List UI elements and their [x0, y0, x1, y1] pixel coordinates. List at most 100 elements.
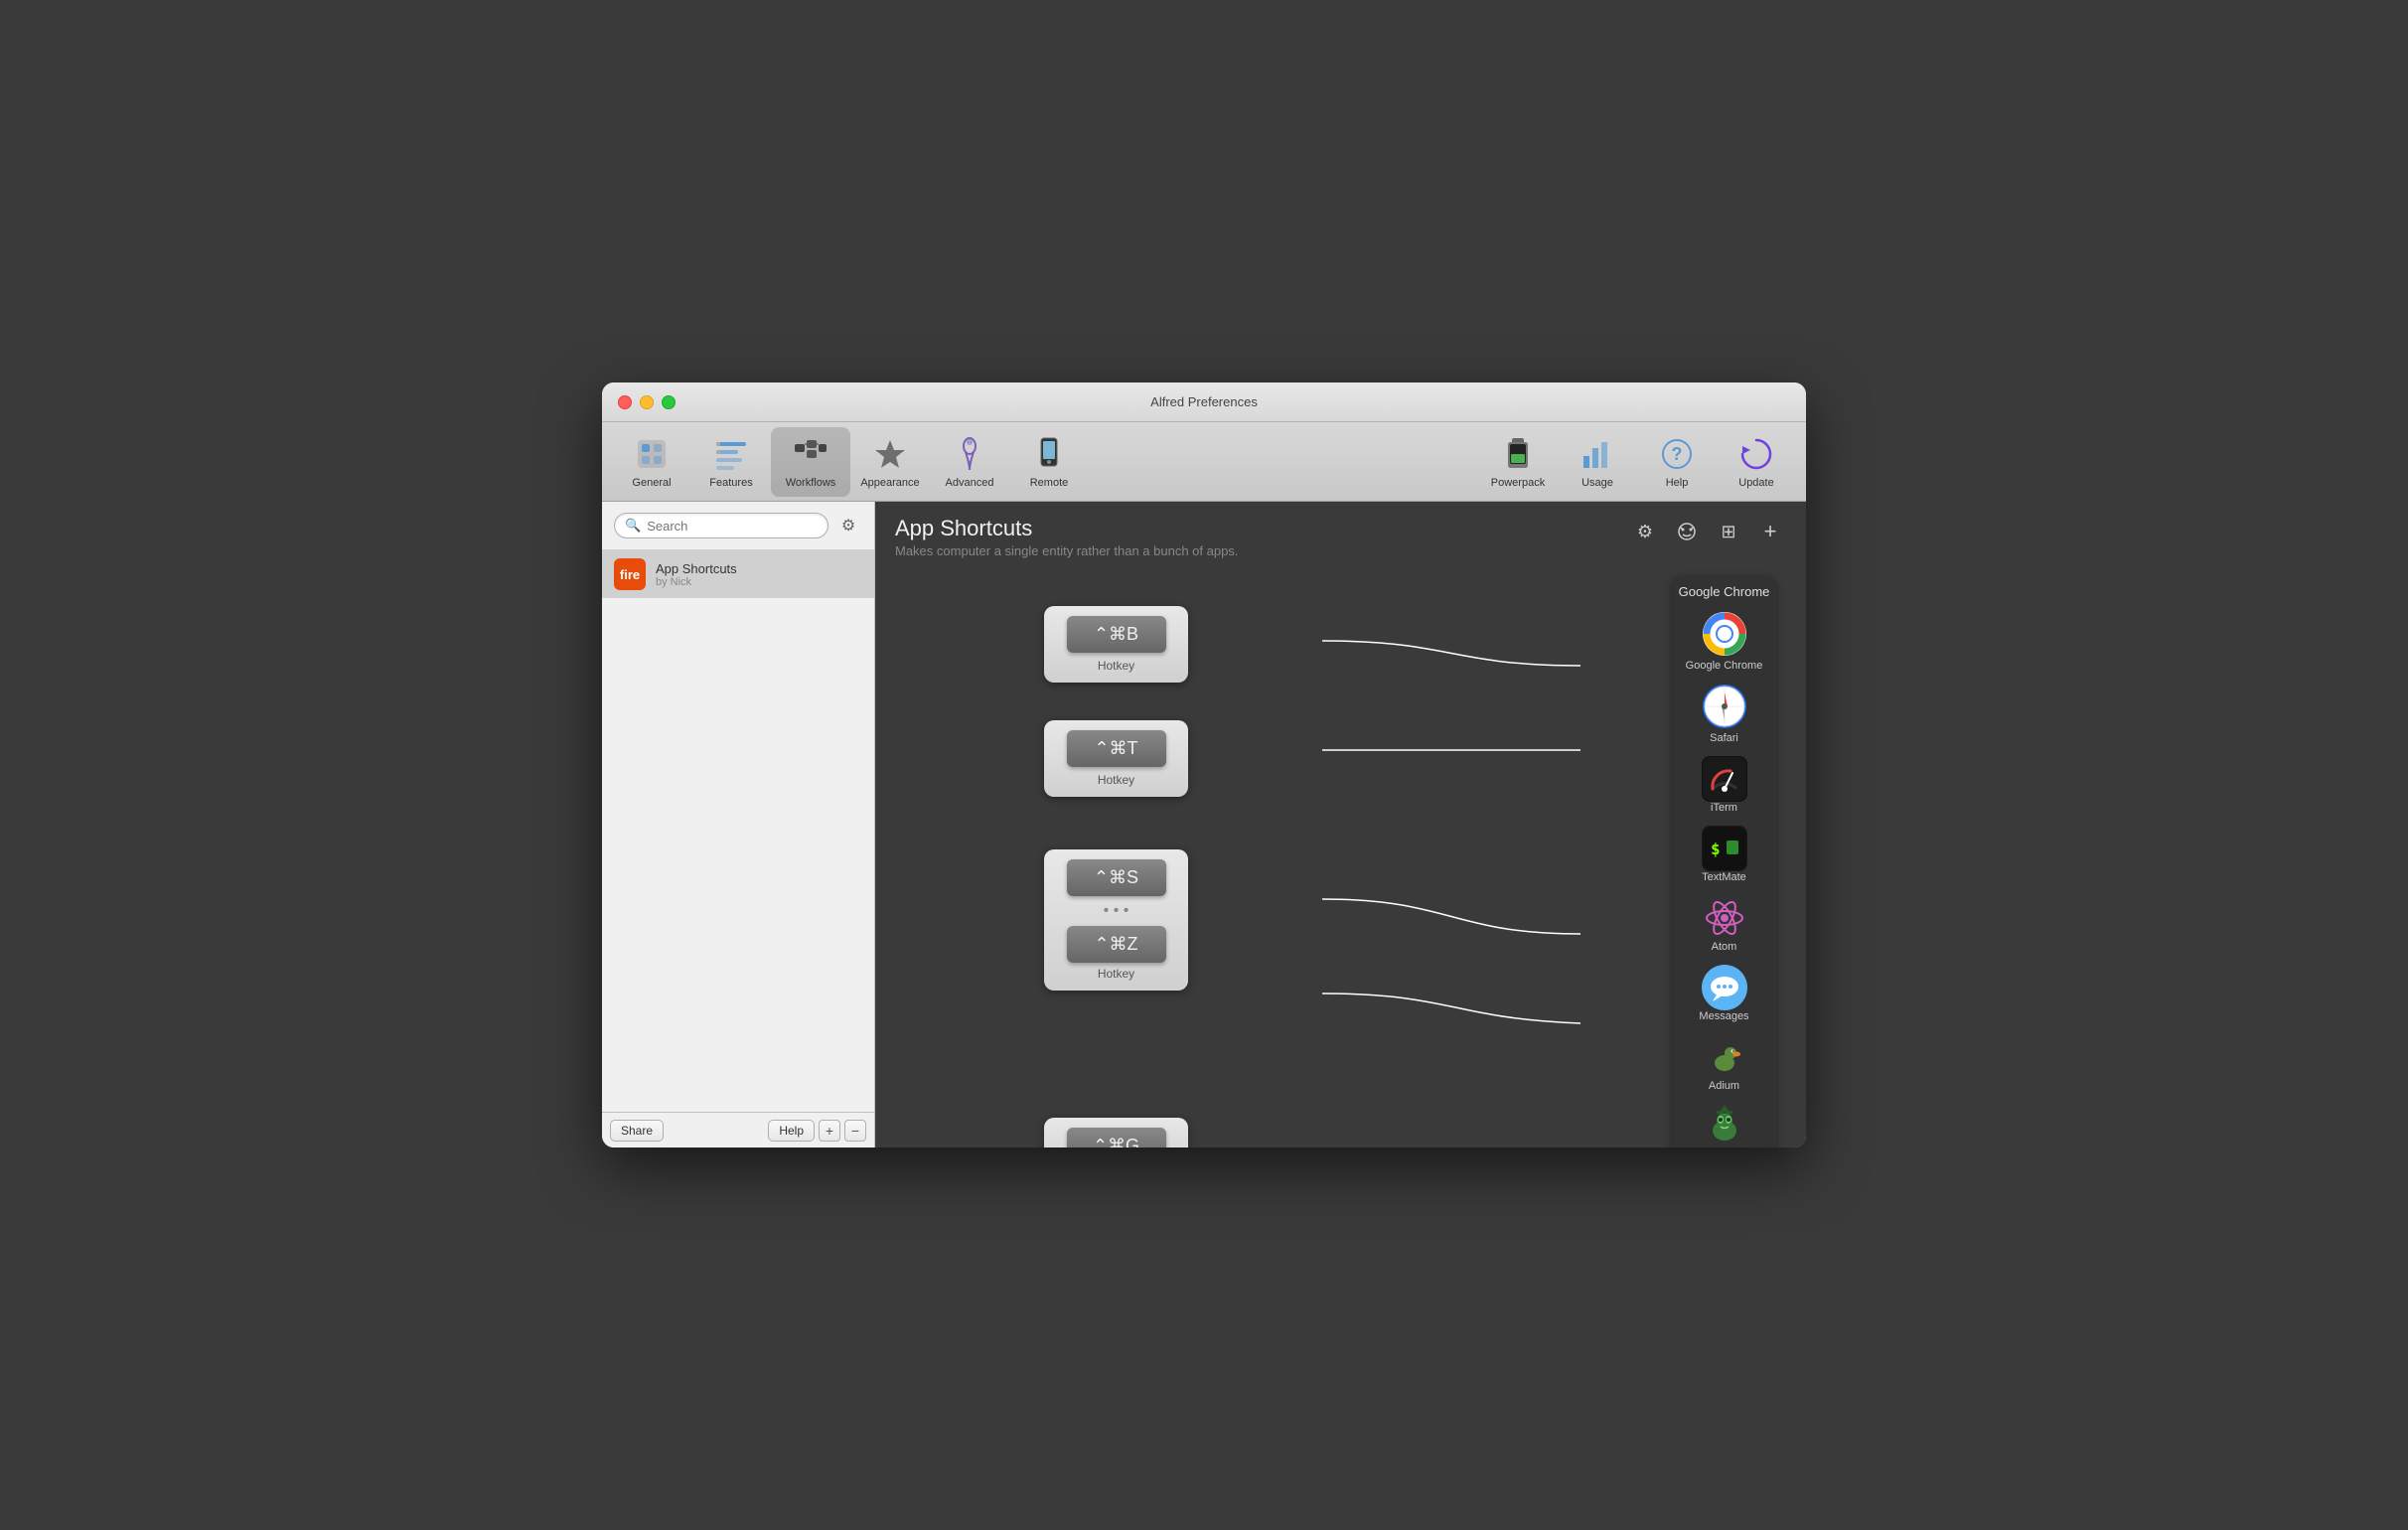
canvas-title: App Shortcuts — [895, 516, 1238, 541]
workflow-canvas[interactable]: ⌃⌘B Hotkey ⌃⌘T Hotkey ⌃⌘S • • • ⌃⌘Z Hotk… — [875, 566, 1806, 1148]
toolbar-remote[interactable]: Remote — [1009, 427, 1089, 497]
search-icon: 🔍 — [625, 518, 641, 534]
app-name-chrome: Google Chrome — [1686, 660, 1763, 672]
canvas-title-section: App Shortcuts Makes computer a single en… — [895, 516, 1238, 558]
toolbar-remote-label: Remote — [1030, 477, 1069, 489]
sidebar-gear-button[interactable]: ⚙ — [834, 512, 862, 539]
toolbar-advanced[interactable]: Advanced — [930, 427, 1009, 497]
app-item-adium[interactable]: Adium — [1680, 1028, 1769, 1098]
sidebar-list: fire App Shortcuts by Nick — [602, 550, 874, 1112]
app-item-safari[interactable]: Safari — [1680, 678, 1769, 750]
toolbar-help[interactable]: ? Help — [1637, 427, 1717, 497]
chrome-icon — [1702, 611, 1747, 657]
main-window: Alfred Preferences General — [602, 382, 1806, 1148]
appearance-icon — [871, 435, 909, 473]
hotkey-label-1: Hotkey — [1098, 659, 1134, 673]
main-content: 🔍 ⚙ fire App Shortcuts by Nick Shar — [602, 502, 1806, 1148]
hotkey-key-2: ⌃⌘T — [1067, 730, 1166, 767]
app-item-atom[interactable]: Atom — [1680, 889, 1769, 959]
sidebar-item-title: App Shortcuts — [656, 561, 737, 576]
toolbar-powerpack-label: Powerpack — [1491, 477, 1545, 489]
toolbar-appearance[interactable]: Appearance — [850, 427, 930, 497]
hotkey-group-node[interactable]: ⌃⌘S • • • ⌃⌘Z Hotkey — [1044, 849, 1188, 991]
share-button[interactable]: Share — [610, 1120, 664, 1142]
toolbar-update[interactable]: Update — [1717, 427, 1796, 497]
svg-text:?: ? — [1672, 444, 1683, 464]
workflows-icon — [792, 435, 829, 473]
toolbar: General Features — [602, 422, 1806, 502]
app-item-textmate[interactable]: $ TextMate — [1680, 820, 1769, 889]
canvas-subtitle: Makes computer a single entity rather th… — [895, 543, 1238, 558]
minimize-button[interactable] — [640, 395, 654, 409]
divider: • • • — [1104, 900, 1129, 922]
window-title: Alfred Preferences — [1150, 394, 1258, 409]
adium-icon — [1702, 1034, 1747, 1080]
app-name-atom: Atom — [1712, 941, 1737, 953]
gitx-icon — [1702, 1104, 1747, 1148]
app-column: Google Chrome — [1672, 576, 1776, 1148]
usage-icon — [1579, 435, 1616, 473]
svg-text:$: $ — [1711, 840, 1721, 858]
app-name-textmate: TextMate — [1702, 871, 1746, 883]
hotkey-key-5: ⌃⌘G — [1067, 1128, 1166, 1148]
canvas-settings-button[interactable]: ⚙ — [1629, 516, 1661, 547]
app-name-adium: Adium — [1709, 1080, 1739, 1092]
close-button[interactable] — [618, 395, 632, 409]
sidebar-item-app-shortcuts[interactable]: fire App Shortcuts by Nick — [602, 550, 874, 598]
hotkey-key-1: ⌃⌘B — [1067, 616, 1166, 653]
update-icon — [1737, 435, 1775, 473]
toolbar-advanced-label: Advanced — [946, 477, 994, 489]
toolbar-features[interactable]: Features — [691, 427, 771, 497]
connector-lines — [875, 566, 1806, 1148]
maximize-button[interactable] — [662, 395, 676, 409]
sidebar-item-subtitle: by Nick — [656, 576, 737, 588]
hotkey-node-2[interactable]: ⌃⌘T Hotkey — [1044, 720, 1188, 797]
toolbar-features-label: Features — [709, 477, 752, 489]
powerpack-icon — [1499, 435, 1537, 473]
hotkey-label-2: Hotkey — [1098, 773, 1134, 787]
sidebar-item-text: App Shortcuts by Nick — [656, 561, 737, 588]
canvas-header: App Shortcuts Makes computer a single en… — [875, 502, 1806, 566]
search-input-wrap[interactable]: 🔍 — [614, 513, 828, 538]
add-workflow-button[interactable]: + — [819, 1120, 840, 1142]
title-bar: Alfred Preferences — [602, 382, 1806, 422]
app-item-chrome[interactable]: Google Chrome — [1680, 605, 1769, 678]
toolbar-general[interactable]: General — [612, 427, 691, 497]
hotkey-node-1[interactable]: ⌃⌘B Hotkey — [1044, 606, 1188, 683]
toolbar-update-label: Update — [1738, 477, 1773, 489]
toolbar-powerpack[interactable]: Powerpack — [1478, 427, 1558, 497]
app-name-safari: Safari — [1710, 732, 1738, 744]
app-column-title: Google Chrome — [1679, 584, 1770, 599]
app-item-gitx[interactable]: GitX — [1680, 1098, 1769, 1148]
features-icon — [712, 435, 750, 473]
canvas-area: App Shortcuts Makes computer a single en… — [875, 502, 1806, 1148]
app-shortcuts-icon: fire — [614, 558, 646, 590]
remote-icon — [1030, 435, 1068, 473]
hotkey-node-5[interactable]: ⌃⌘G — [1044, 1118, 1188, 1148]
canvas-grid-button[interactable]: ⊞ — [1713, 516, 1744, 547]
traffic-lights — [618, 395, 676, 409]
search-input[interactable] — [647, 519, 818, 534]
toolbar-workflows[interactable]: Workflows — [771, 427, 850, 497]
canvas-add-button[interactable]: + — [1754, 516, 1786, 547]
toolbar-usage[interactable]: Usage — [1558, 427, 1637, 497]
icon-text: fire — [620, 567, 640, 582]
atom-icon — [1702, 895, 1747, 941]
app-item-messages[interactable]: Messages — [1680, 959, 1769, 1028]
search-bar: 🔍 ⚙ — [602, 502, 874, 550]
canvas-toolbar: ⚙ ⊞ + — [1629, 516, 1786, 547]
toolbar-appearance-label: Appearance — [860, 477, 919, 489]
toolbar-usage-label: Usage — [1581, 477, 1613, 489]
toolbar-workflows-label: Workflows — [786, 477, 836, 489]
toolbar-general-label: General — [632, 477, 671, 489]
hotkey-key-4: ⌃⌘Z — [1067, 926, 1166, 963]
safari-icon — [1702, 684, 1747, 729]
iterm-icon — [1702, 756, 1747, 802]
app-name-iterm: iTerm — [1711, 802, 1737, 814]
remove-workflow-button[interactable]: − — [844, 1120, 866, 1142]
sidebar: 🔍 ⚙ fire App Shortcuts by Nick Shar — [602, 502, 875, 1148]
sidebar-footer: Share Help + − — [602, 1112, 874, 1148]
help-button[interactable]: Help — [768, 1120, 815, 1142]
app-item-iterm[interactable]: iTerm — [1680, 750, 1769, 820]
canvas-debug-button[interactable] — [1671, 516, 1703, 547]
